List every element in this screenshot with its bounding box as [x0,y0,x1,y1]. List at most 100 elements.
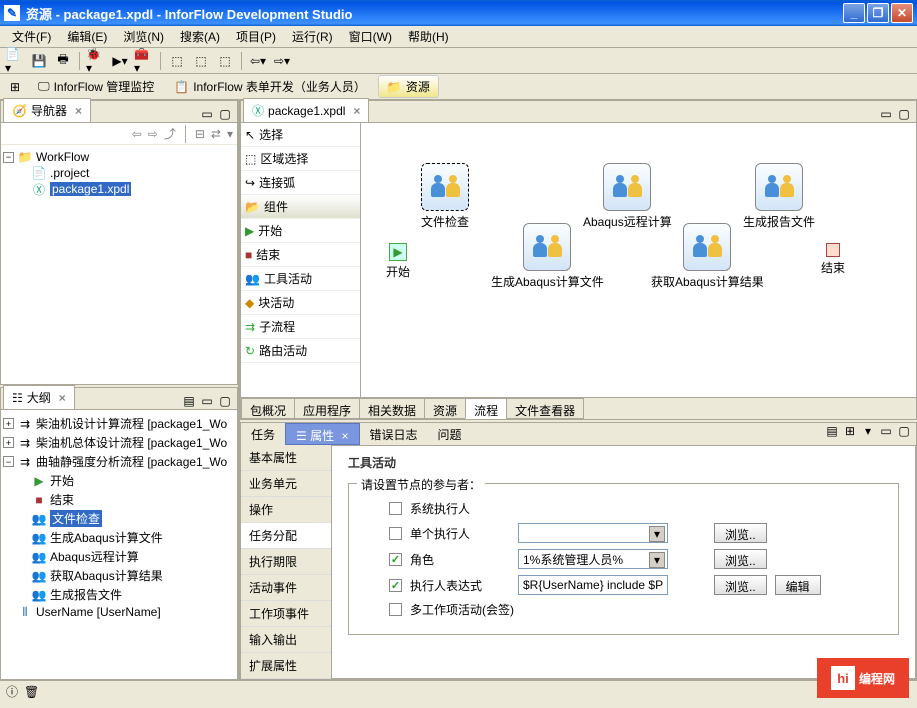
ps-ext[interactable]: 扩展属性 [241,653,331,679]
edit-button-expr[interactable]: 编辑 [775,575,821,595]
outline-tab[interactable]: ☷ 大纲 × [3,385,75,409]
btab-overview[interactable]: 包概况 [241,398,295,419]
minimize-view-icon[interactable]: ▭ [199,106,215,122]
btab-data[interactable]: 相关数据 [359,398,425,419]
checkbox-single[interactable] [389,527,402,540]
ps-io[interactable]: 输入输出 [241,627,331,653]
outline-username[interactable]: ⦀UserName [UserName] [3,604,235,620]
menu-run[interactable]: 运行(R) [284,26,341,47]
select-role[interactable]: 1%系统管理人员% [518,549,668,569]
collapse-icon[interactable]: − [3,152,14,163]
tree-root[interactable]: − 📁 WorkFlow [3,149,235,165]
checkbox-role[interactable] [389,553,402,566]
perspective-monitor[interactable]: 🖵 InforFlow 管理监控 [30,76,162,97]
tool-button-1[interactable]: ⬚ [166,50,188,72]
palette-tool[interactable]: 👥工具活动 [241,267,360,291]
close-icon[interactable]: × [75,104,82,118]
maximize-button[interactable]: ❐ [867,3,889,23]
collapse-icon[interactable]: − [3,456,14,467]
view-menu-icon[interactable]: ▾ [227,127,233,141]
props-toolbar-icon[interactable]: ▤ [824,423,840,439]
outline-child-gen[interactable]: 👥生成Abaqus计算文件 [3,528,235,547]
ps-basic[interactable]: 基本属性 [241,445,331,471]
btab-flow[interactable]: 流程 [465,398,507,419]
ext-tools-button[interactable]: 🧰▾ [133,50,155,72]
node-genfile[interactable]: 生成Abaqus计算文件 [491,223,604,290]
tab-errorlog[interactable]: 错误日志 [360,423,428,445]
menu-search[interactable]: 搜索(A) [172,26,228,47]
outline-child-end[interactable]: ■结束 [3,490,235,509]
view-menu-icon[interactable]: ▾ [860,423,876,439]
close-button[interactable]: ✕ [891,3,913,23]
expand-icon[interactable]: + [3,418,14,429]
navigator-tab[interactable]: 🧭 导航器 × [3,98,91,122]
props-toolbar-icon2[interactable]: ⊞ [842,423,858,439]
workflow-canvas[interactable]: ▶开始 文件检查 生成Abaqus计算文件 Abaqus远程计算 获取Abaqu… [361,123,916,397]
node-remote[interactable]: Abaqus远程计算 [583,163,672,230]
outline-mode-icon[interactable]: ▤ [181,393,197,409]
outline-child-start[interactable]: ▶开始 [3,471,235,490]
palette-block[interactable]: ◆块活动 [241,291,360,315]
perspective-formdev[interactable]: 📋 InforFlow 表单开发（业务人员） [166,76,374,97]
outline-tree[interactable]: +⇉柴油机设计计算流程 [package1_Wo +⇉柴油机总体设计流程 [pa… [1,410,237,679]
palette-connect[interactable]: ↪连接弧 [241,171,360,195]
ps-workevent[interactable]: 工作项事件 [241,601,331,627]
node-report[interactable]: 生成报告文件 [743,163,815,230]
minimize-button[interactable]: _ [843,3,865,23]
ps-deadline[interactable]: 执行期限 [241,549,331,575]
tree-item-project[interactable]: 📄 .project [3,165,235,181]
maximize-view-icon[interactable]: ▢ [896,106,912,122]
input-expr[interactable] [518,575,668,595]
collapse-all-icon[interactable]: ⊟ [195,127,205,141]
palette-route[interactable]: ↻路由活动 [241,339,360,363]
tool-button-3[interactable]: ⬚ [214,50,236,72]
node-end[interactable]: 结束 [821,243,845,276]
tab-properties[interactable]: ☰ 属性 × [285,423,359,445]
nav-fwd-icon[interactable]: ⇨ [148,127,158,141]
outline-flow-3[interactable]: −⇉曲轴静强度分析流程 [package1_Wo [3,452,235,471]
maximize-view-icon[interactable]: ▢ [217,393,233,409]
menu-browse[interactable]: 浏览(N) [115,26,172,47]
ps-actevent[interactable]: 活动事件 [241,575,331,601]
nav-back-icon[interactable]: ⇦ [132,127,142,141]
nav-up-icon[interactable]: ⤴ [164,125,176,142]
tab-problems[interactable]: 问题 [428,423,472,445]
menu-project[interactable]: 项目(P) [228,26,284,47]
outline-child-report[interactable]: 👥生成报告文件 [3,585,235,604]
menu-edit[interactable]: 编辑(E) [59,26,115,47]
select-single[interactable] [518,523,668,543]
nav-back-button[interactable]: ⇦▾ [247,50,269,72]
minimize-view-icon[interactable]: ▭ [199,393,215,409]
ps-assignment[interactable]: 任务分配 [241,523,331,549]
btab-resource[interactable]: 资源 [424,398,466,419]
node-start[interactable]: ▶开始 [386,243,410,280]
palette-end[interactable]: ■结束 [241,243,360,267]
node-fetch[interactable]: 获取Abaqus计算结果 [651,223,764,290]
minimize-view-icon[interactable]: ▭ [878,423,894,439]
new-dropdown-button[interactable]: 📄▾ [4,50,26,72]
ps-bizunit[interactable]: 业务单元 [241,471,331,497]
outline-child-remote[interactable]: 👥Abaqus远程计算 [3,547,235,566]
palette-start[interactable]: ▶开始 [241,219,360,243]
close-icon[interactable]: × [353,104,360,118]
debug-button[interactable]: 🐞▾ [85,50,107,72]
checkbox-multi[interactable] [389,603,402,616]
save-button[interactable]: 💾 [28,50,50,72]
node-filecheck[interactable]: 文件检查 [421,163,469,230]
menu-file[interactable]: 文件(F) [4,26,59,47]
expand-icon[interactable]: + [3,437,14,448]
gc-icon[interactable]: 🗑 [24,685,39,699]
btab-app[interactable]: 应用程序 [294,398,360,419]
tab-tasks[interactable]: 任务 [241,423,285,445]
btab-fileviewer[interactable]: 文件查看器 [506,398,584,419]
close-icon[interactable]: × [341,429,348,443]
run-button[interactable]: ▶▾ [109,50,131,72]
minimize-view-icon[interactable]: ▭ [878,106,894,122]
outline-flow-2[interactable]: +⇉柴油机总体设计流程 [package1_Wo [3,433,235,452]
perspective-resource[interactable]: 📁 资源 [378,75,439,98]
palette-category[interactable]: 📂组件 [241,195,360,219]
outline-child-filecheck[interactable]: 👥文件检查 [3,509,235,528]
checkbox-expr[interactable] [389,579,402,592]
close-icon[interactable]: × [59,391,66,405]
palette-select[interactable]: ↖选择 [241,123,360,147]
